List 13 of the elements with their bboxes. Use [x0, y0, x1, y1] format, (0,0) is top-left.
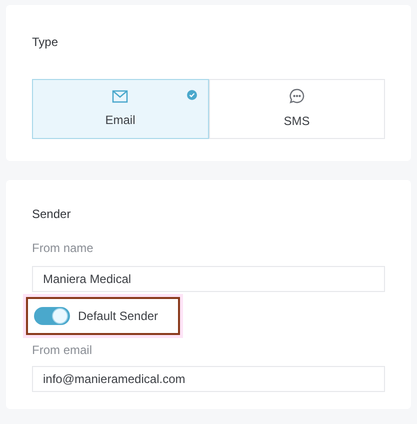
toggle-label: Default Sender — [78, 308, 158, 325]
chat-bubble-icon — [288, 88, 305, 104]
section-title: Sender — [32, 206, 72, 221]
type-option[interactable]: Email — [32, 79, 208, 139]
toggle-switch[interactable] — [34, 307, 70, 325]
check-badge-icon — [186, 90, 196, 100]
type-option[interactable]: SMS — [208, 79, 385, 139]
input-field[interactable]: Maniera Medical — [32, 266, 385, 292]
envelope-icon — [112, 90, 128, 102]
section-title: Type — [32, 34, 60, 49]
field-label: From email — [32, 342, 94, 359]
field-label: From name — [32, 240, 94, 257]
input-field[interactable]: info@manieramedical.com — [32, 366, 385, 392]
